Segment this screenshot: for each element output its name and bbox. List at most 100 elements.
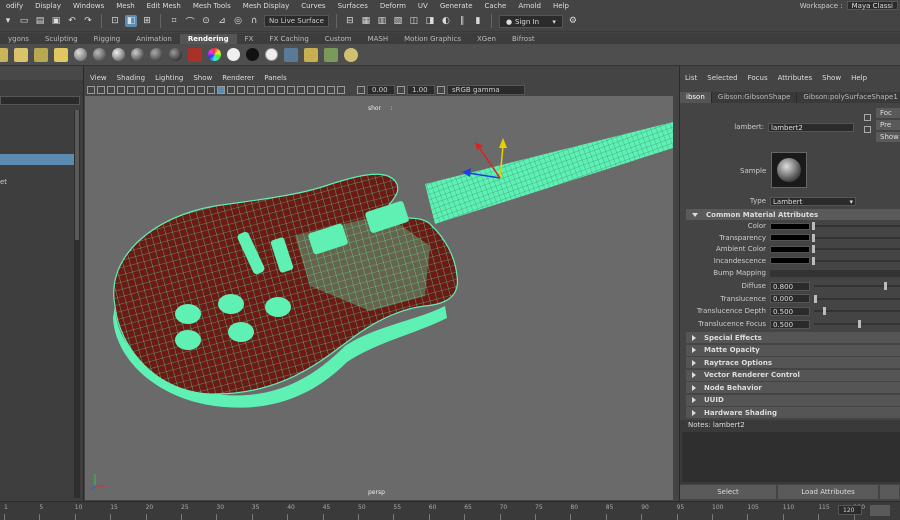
ae-section[interactable]: Matte Opacity [686,344,900,356]
slider-handle[interactable] [822,307,826,316]
color-slider[interactable] [815,225,900,227]
surface-shader-icon[interactable] [131,48,144,61]
gamma-icon[interactable] [397,85,405,94]
resolution-gate-icon[interactable] [157,85,165,94]
ae-numeric-slider[interactable] [814,282,900,290]
isolate-icon[interactable]: ▮ [472,15,484,27]
copy-tab-button[interactable] [880,485,899,499]
redo-icon[interactable]: ↷ [82,15,94,27]
gray-material-icon[interactable] [265,48,278,61]
directional-light-icon[interactable] [34,47,48,62]
ae-menu-item[interactable]: Selected [702,74,742,82]
ae-section[interactable]: Hardware Shading [686,407,900,418]
viewport-menu-item[interactable]: View [85,74,112,82]
point-light-icon[interactable] [54,47,68,62]
slider-handle[interactable] [857,320,861,329]
ae-name-field[interactable]: lambert2 [768,122,854,132]
menu-item[interactable]: Arnold [512,2,547,10]
color-wheel-icon[interactable] [208,48,221,61]
exposure-icon[interactable] [357,85,365,94]
area-light-icon[interactable] [0,47,8,62]
end-time-field[interactable]: 120 [838,505,862,515]
hypershade-icon[interactable]: ◨ [424,15,436,27]
image-plane-icon[interactable] [107,85,115,94]
gate-mask-icon[interactable] [167,85,175,94]
viewport-menu-item[interactable]: Shading [112,74,150,82]
isolate-select-icon[interactable] [307,85,315,94]
menu-item[interactable]: Surfaces [332,2,374,10]
ae-menu-item[interactable]: List [680,74,702,82]
shelf-tab[interactable]: ygons [0,34,37,44]
render-settings-icon[interactable]: ◫ [408,15,420,27]
snap-point-icon[interactable]: ⊙ [200,15,212,27]
phong-material-icon[interactable] [112,48,125,61]
ae-section[interactable]: Node Behavior [686,382,900,393]
shelf-tab[interactable]: MASH [360,34,397,44]
ae-node-tab[interactable]: Gibson:polySurfaceShape1 [797,92,900,103]
slider-handle[interactable] [883,282,887,290]
select-component-icon[interactable]: ⊞ [141,15,153,27]
ae-menu-item[interactable]: Focus [743,74,773,82]
ae-section[interactable]: UUID [686,394,900,406]
exposure-field[interactable]: 0.00 [367,84,395,95]
color-swatch[interactable] [770,245,810,253]
blinn-material-icon[interactable] [74,48,87,61]
ae-numeric-slider[interactable] [814,294,900,303]
safe-title-icon[interactable] [197,85,205,94]
snap-view-icon[interactable]: ⊿ [216,15,228,27]
render-setup-icon[interactable] [324,47,338,62]
lambert-material-icon[interactable] [93,48,106,61]
section-common-material[interactable]: Common Material Attributes [686,209,900,220]
ipr-render-icon[interactable]: ▧ [392,15,404,27]
shelf-tab[interactable]: Sculpting [37,34,86,44]
ae-menu-item[interactable]: Attributes [773,74,818,82]
wireframe-icon[interactable] [207,85,215,94]
shelf-tab[interactable]: Rigging [86,34,129,44]
ae-presets-icon[interactable] [864,126,871,133]
texture-icon[interactable] [284,47,298,62]
xray-icon[interactable] [317,85,325,94]
scrollbar-thumb[interactable] [75,110,79,240]
white-material-icon[interactable] [227,48,240,61]
menu-item[interactable]: Mesh Tools [187,2,237,10]
shelf-tab[interactable]: FX Caching [261,34,316,44]
anisotropic-material-icon[interactable] [150,48,163,61]
time-slider[interactable]: 1 5 10 15 20 25 30 35 40 45 50 55 60 65 70 75 80 85 90 95 10… [0,501,900,520]
construction-history-icon[interactable]: ⊟ [344,15,356,27]
show-button[interactable]: Show [876,132,900,142]
black-material-icon[interactable] [246,48,259,61]
ae-numeric-field[interactable]: 0.000 [770,294,810,304]
ae-numeric-field[interactable]: 0.500 [770,306,810,316]
camera-attributes-icon[interactable] [87,85,95,94]
viewport-menu-item[interactable]: Renderer [217,74,259,82]
open-scene-icon[interactable]: ▤ [34,15,46,27]
menu-item[interactable]: odify [0,2,29,10]
color-swatch[interactable] [770,257,810,264]
textured-icon[interactable] [237,85,245,94]
settings-icon[interactable]: ⚙ [567,15,579,27]
snap-curve-icon[interactable]: ⌒ [184,15,196,28]
render-frame-icon[interactable]: ▦ [360,15,372,27]
new-scene-icon[interactable]: ▭ [18,15,30,27]
shelf-tab[interactable]: Custom [317,34,360,44]
menu-item[interactable]: Cache [479,2,513,10]
magnet-icon[interactable]: ∩ [248,15,260,27]
select-menu-chevron-icon[interactable]: ▾ [2,15,14,27]
menu-item[interactable]: UV [412,2,434,10]
menu-item[interactable]: Help [547,2,575,10]
focus-button[interactable]: Foc [876,108,900,118]
select-hierarchy-icon[interactable]: ⊡ [109,15,121,27]
backface-icon[interactable] [337,85,345,94]
render-icon[interactable] [188,47,202,62]
presets-button[interactable]: Pre [876,120,900,130]
menu-item[interactable]: Generate [434,2,479,10]
2d-pan-icon[interactable] [117,85,125,94]
ae-menu-item[interactable]: Help [846,74,872,82]
3d-viewport[interactable]: shor : persp [85,96,673,500]
sign-in-button[interactable]: ● Sign In ▾ [498,14,563,28]
spot-light-icon[interactable] [14,47,28,62]
anti-aliasing-icon[interactable] [287,85,295,94]
menu-item[interactable]: Mesh Display [237,2,295,10]
ae-type-dropdown[interactable]: Lambert ▾ [770,196,856,206]
colorspace-dropdown[interactable]: sRGB gamma [447,84,525,95]
